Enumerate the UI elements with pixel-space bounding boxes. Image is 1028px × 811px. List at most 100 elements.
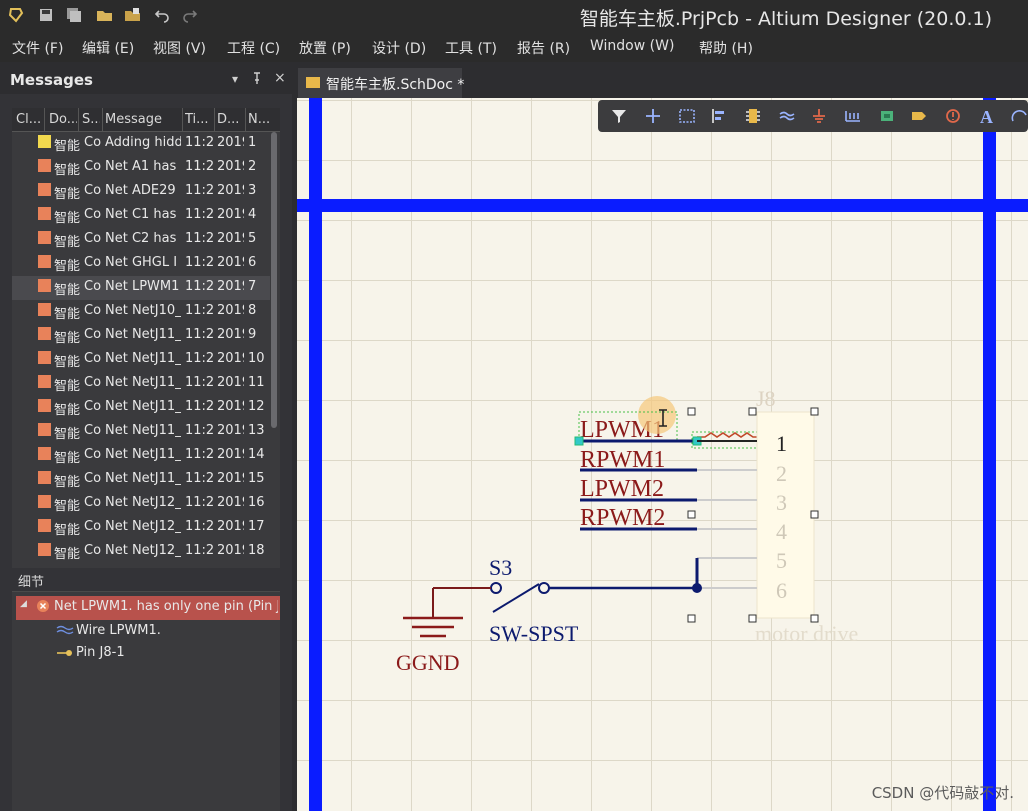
open-folder-icon[interactable] (96, 7, 112, 23)
align-icon[interactable] (710, 107, 728, 125)
place-bus-icon[interactable] (844, 107, 862, 125)
redo-icon[interactable] (182, 7, 198, 23)
message-row[interactable]: 智能 CoNet NetJ11_ 11:2 2019 10 (12, 348, 270, 372)
menu-tools[interactable]: 工具 (T) (445, 38, 497, 58)
menu-help[interactable]: 帮助 (H) (699, 38, 753, 58)
message-date: 2019 (217, 495, 244, 510)
message-time: 11:2 (185, 255, 213, 270)
title-bar: 智能车主板.PrjPcb - Altium Designer (20.0.1) (0, 0, 1028, 34)
place-text-icon[interactable]: A (978, 107, 996, 127)
net-label-rpwm2[interactable]: RPWM2 (580, 505, 665, 531)
message-text: Net NetJ11_ (105, 399, 181, 414)
no-erc-icon[interactable] (944, 107, 962, 125)
message-row[interactable]: 智能 CoNet NetJ11_ 11:2 2019 15 (12, 468, 270, 492)
message-row[interactable]: 智能 CoNet NetJ12_ 11:2 2019 18 (12, 540, 270, 564)
message-document: 智能 (54, 331, 80, 346)
message-row[interactable]: 智能 CoAdding hidd 11:2 2019 1 (12, 132, 270, 156)
message-row[interactable]: 智能 CoNet NetJ11_ 11:2 2019 12 (12, 396, 270, 420)
message-time: 11:2 (185, 303, 213, 318)
panel-pin-icon[interactable] (252, 72, 262, 87)
message-source: Co (84, 519, 102, 534)
message-source: Co (84, 351, 102, 366)
menu-file[interactable]: 文件 (F) (12, 38, 63, 58)
message-number: 1 (248, 135, 257, 150)
message-row[interactable]: 智能 CoNet NetJ11_ 11:2 2019 13 (12, 420, 270, 444)
wire-handle-left[interactable] (574, 436, 584, 446)
detail-wire-text: Wire LPWM1. (76, 623, 161, 638)
menu-edit[interactable]: 编辑 (E) (82, 38, 134, 58)
menu-project[interactable]: 工程 (C) (227, 38, 280, 58)
menu-window[interactable]: Window (W) (590, 38, 674, 54)
menu-design[interactable]: 设计 (D) (372, 38, 426, 58)
message-row[interactable]: 智能 CoNet C1 has 11:2 2019 4 (12, 204, 270, 228)
save-all-icon[interactable] (66, 7, 82, 23)
place-part-icon[interactable] (744, 107, 762, 125)
message-row[interactable]: 智能 CoNet LPWM1 11:2 2019 7 (12, 276, 270, 300)
place-sheet-symbol-icon[interactable] (878, 107, 896, 125)
message-row[interactable]: 智能 CoNet NetJ11_ 11:2 2019 11 (12, 372, 270, 396)
message-row[interactable]: 智能 CoNet NetJ12_ 11:2 2019 17 (12, 516, 270, 540)
message-row[interactable]: 智能 CoNet GHGL I 11:2 2019 6 (12, 252, 270, 276)
net-label-lpwm2[interactable]: LPWM2 (580, 476, 664, 502)
col-source[interactable]: S... (82, 112, 100, 127)
message-text: Net ADE29 (105, 183, 176, 198)
menu-view[interactable]: 视图 (V) (153, 38, 206, 58)
place-wire-icon[interactable] (778, 107, 796, 125)
place-power-port-icon[interactable] (810, 107, 828, 125)
sheet-border-zone (297, 199, 1028, 212)
detail-row-error[interactable]: ◢ Net LPWM1. has only one pin (Pin J8-1) (16, 596, 280, 620)
col-time[interactable]: Ti... (185, 112, 213, 127)
message-row[interactable]: 智能 CoNet A1 has 11:2 2019 2 (12, 156, 270, 180)
col-number[interactable]: N... (248, 112, 270, 127)
crosshair-icon[interactable] (644, 107, 662, 125)
place-port-icon[interactable] (910, 107, 928, 125)
message-row[interactable]: 智能 CoNet ADE29 11:2 2019 3 (12, 180, 270, 204)
filter-icon[interactable] (610, 107, 628, 125)
message-source: Co (84, 471, 102, 486)
message-date: 2019 (217, 375, 244, 390)
message-document: 智能 (54, 403, 80, 418)
message-source: Co (84, 543, 102, 558)
open-project-icon[interactable] (124, 7, 140, 23)
menu-place[interactable]: 放置 (P) (299, 38, 351, 58)
panel-close-icon[interactable]: × (274, 70, 286, 86)
message-text: Net NetJ11_ (105, 447, 181, 462)
message-row[interactable]: 智能 CoNet NetJ11_ 11:2 2019 14 (12, 444, 270, 468)
tree-expand-icon[interactable]: ◢ (20, 599, 27, 609)
message-number: 15 (248, 471, 265, 486)
select-area-icon[interactable] (678, 107, 696, 125)
messages-scrollbar[interactable] (271, 132, 277, 428)
col-class[interactable]: Cl... (16, 112, 42, 127)
message-source: Co (84, 159, 102, 174)
col-date[interactable]: D... (217, 112, 243, 127)
col-message[interactable]: Message (105, 112, 181, 127)
col-document[interactable]: Do... (49, 112, 77, 127)
save-icon[interactable] (38, 7, 54, 23)
message-row[interactable]: 智能 CoNet NetJ11_ 11:2 2019 9 (12, 324, 270, 348)
error-square-icon (38, 351, 51, 364)
messages-panel-title: Messages (10, 71, 93, 89)
message-number: 4 (248, 207, 257, 222)
message-number: 16 (248, 495, 265, 510)
message-row[interactable]: 智能 CoNet NetJ10_ 11:2 2019 8 (12, 300, 270, 324)
details-tree: ◢ Net LPWM1. has only one pin (Pin J8-1)… (12, 592, 280, 811)
switch-contact-left (490, 582, 502, 594)
schematic-canvas[interactable]: LPWM1 RPWM1 LPWM2 RPWM2 J8 1 2 3 4 5 6 m… (297, 98, 1028, 811)
menu-reports[interactable]: 报告 (R) (517, 38, 570, 58)
tab-schdoc[interactable]: 智能车主板.SchDoc * (298, 68, 464, 98)
message-text: Net A1 has (105, 159, 177, 174)
message-time: 11:2 (185, 207, 213, 222)
panel-dropdown-icon[interactable]: ▾ (232, 72, 238, 86)
message-row[interactable]: 智能 CoNet NetJ12_ 11:2 2019 16 (12, 492, 270, 516)
connector-designator: J8 (756, 386, 776, 411)
message-source: Co (84, 303, 102, 318)
connector-pin-number-4: 4 (776, 519, 787, 544)
message-text: Net NetJ12_ (105, 543, 181, 558)
message-text: Net NetJ11_ (105, 471, 181, 486)
message-row[interactable]: 智能 CoNet C2 has 11:2 2019 5 (12, 228, 270, 252)
undo-icon[interactable] (154, 7, 170, 23)
messages-panel: Messages ▾ × Cl... Do... S... Message Ti… (0, 66, 292, 811)
arc-icon[interactable] (1010, 107, 1028, 125)
message-date: 2019 (217, 471, 244, 486)
app-logo-icon[interactable] (8, 7, 24, 23)
